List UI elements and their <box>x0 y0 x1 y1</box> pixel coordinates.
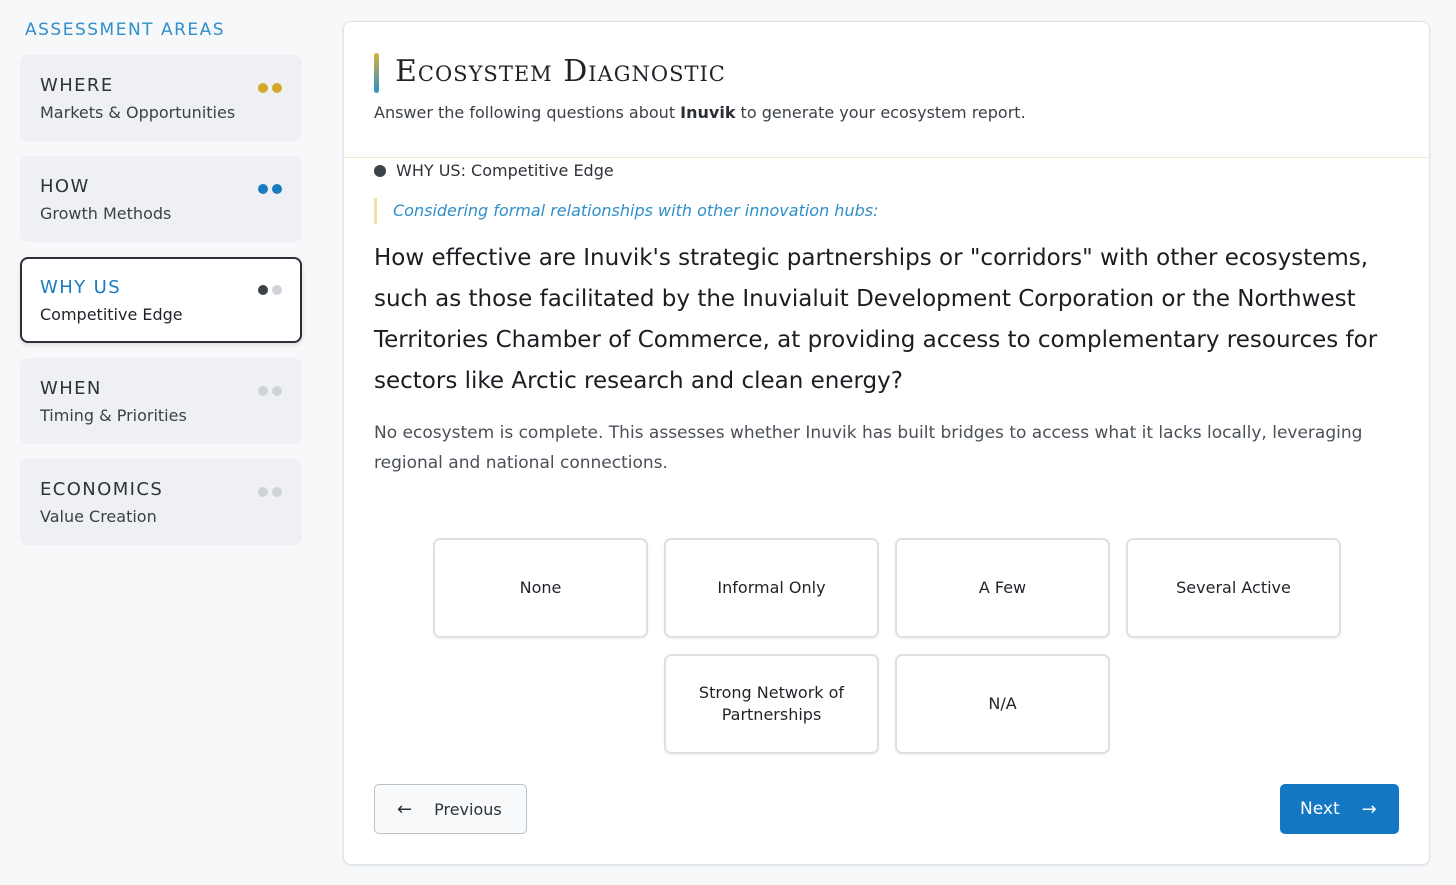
page-title: Ecosystem Diagnostic <box>395 54 726 89</box>
answer-option-none[interactable]: None <box>433 538 648 638</box>
progress-dot <box>258 83 268 93</box>
area-card-why-us[interactable]: WHY US Competitive Edge <box>20 257 302 343</box>
arrow-left-icon: ← <box>397 798 413 820</box>
area-subtitle: Value Creation <box>40 507 157 526</box>
subtitle-text: to generate your ecosystem report. <box>735 103 1026 122</box>
subtitle-text: Answer the following questions about <box>374 103 681 122</box>
question-text: How effective are Inuvik's strategic par… <box>374 245 1378 394</box>
previous-button[interactable]: ← Previous <box>374 784 527 834</box>
progress-dot <box>272 285 282 295</box>
area-card-where[interactable]: WHERE Markets & Opportunities <box>20 55 302 141</box>
answer-option-several-active[interactable]: Several Active <box>1126 538 1341 638</box>
area-subtitle: Growth Methods <box>40 204 172 223</box>
progress-dots <box>258 285 282 295</box>
progress-dot <box>258 386 268 396</box>
area-name: ECONOMICS <box>40 479 164 500</box>
diagnostic-panel: Ecosystem Diagnostic Answer the followin… <box>343 21 1430 865</box>
progress-dots <box>258 83 282 93</box>
answer-option-strong-network[interactable]: Strong Network of Partnerships <box>664 654 879 754</box>
area-card-how[interactable]: HOW Growth Methods <box>20 156 302 242</box>
question-context: Considering formal relationships with ot… <box>374 198 878 224</box>
area-name: WHY US <box>40 277 122 298</box>
title-accent-bar <box>374 53 379 93</box>
progress-dot <box>272 184 282 194</box>
progress-dot <box>258 184 268 194</box>
progress-dots <box>258 184 282 194</box>
section-label-text: WHY US: Competitive Edge <box>396 161 614 180</box>
answer-options: None Informal Only A Few Several Active … <box>433 538 1341 754</box>
area-card-when[interactable]: WHEN Timing & Priorities <box>20 358 302 444</box>
sidebar-heading: ASSESSMENT AREAS <box>25 20 226 40</box>
page-subtitle: Answer the following questions about Inu… <box>374 102 1026 124</box>
answer-option-a-few[interactable]: A Few <box>895 538 1110 638</box>
area-card-economics[interactable]: ECONOMICS Value Creation <box>20 459 302 545</box>
progress-dots <box>258 487 282 497</box>
progress-dot <box>272 386 282 396</box>
progress-dots <box>258 386 282 396</box>
answer-option-na[interactable]: N/A <box>895 654 1110 754</box>
question-description: No ecosystem is complete. This assesses … <box>374 423 1363 473</box>
section-dot-icon <box>374 165 386 177</box>
next-button-label: Next <box>1300 799 1340 819</box>
progress-dot <box>258 487 268 497</box>
progress-dot <box>258 285 268 295</box>
answer-option-informal-only[interactable]: Informal Only <box>664 538 879 638</box>
panel-header: Ecosystem Diagnostic Answer the followin… <box>344 22 1429 158</box>
area-subtitle: Competitive Edge <box>40 305 183 324</box>
arrow-right-icon: → <box>1361 798 1377 820</box>
area-name: HOW <box>40 176 90 197</box>
ecosystem-name: Inuvik <box>680 103 736 122</box>
previous-button-label: Previous <box>434 799 502 819</box>
progress-dot <box>272 487 282 497</box>
next-button[interactable]: Next → <box>1280 784 1399 834</box>
area-subtitle: Markets & Opportunities <box>40 103 236 122</box>
area-subtitle: Timing & Priorities <box>40 406 187 425</box>
area-name: WHEN <box>40 378 102 399</box>
area-name: WHERE <box>40 75 114 96</box>
progress-dot <box>272 83 282 93</box>
assessment-areas-sidebar: ASSESSMENT AREAS WHERE Markets & Opportu… <box>20 18 302 560</box>
question-section-label: WHY US: Competitive Edge <box>374 160 614 182</box>
